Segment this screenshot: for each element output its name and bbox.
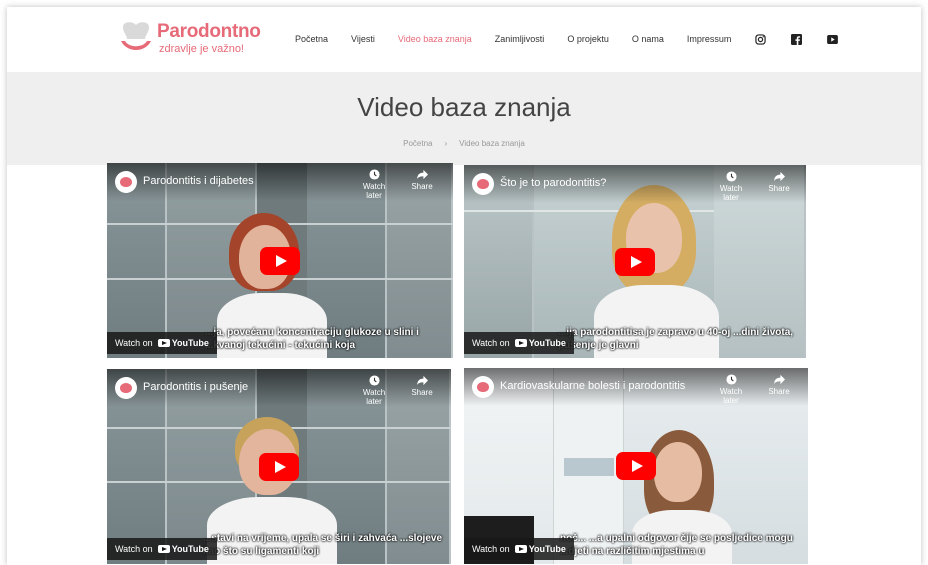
watch-on-label: Watch on bbox=[472, 544, 510, 554]
video-embed-kardiovaskularne-bolesti[interactable]: Kardiovaskularne bolesti i parodontitis … bbox=[464, 368, 808, 564]
youtube-logo-icon: YouTube bbox=[157, 338, 209, 348]
watch-later-label: Watch later bbox=[362, 388, 386, 406]
watch-on-label: Watch on bbox=[115, 338, 153, 348]
watch-later-button[interactable]: Watch later bbox=[714, 374, 748, 405]
site-header: Parodontno zdravlje je važno! Početna Vi… bbox=[7, 7, 921, 72]
nav-item-video-baza-znanja[interactable]: Video baza znanja bbox=[398, 34, 472, 44]
share-label: Share bbox=[768, 184, 790, 193]
clock-icon bbox=[368, 169, 380, 180]
video-caption: ...stavi na vrijeme, upala se širi i zah… bbox=[203, 533, 443, 557]
video-embed-parodontitis-i-pusenje[interactable]: Parodontitis i pušenje Watch later Share… bbox=[107, 369, 451, 564]
channel-avatar[interactable] bbox=[115, 377, 137, 399]
watch-on-youtube-button[interactable]: Watch on YouTube bbox=[464, 332, 574, 354]
share-icon bbox=[773, 374, 785, 385]
share-button[interactable]: Share bbox=[405, 169, 439, 191]
share-icon bbox=[773, 171, 785, 182]
share-button[interactable]: Share bbox=[762, 171, 796, 193]
facebook-icon[interactable] bbox=[790, 33, 802, 45]
breadcrumb: Početna › Video baza znanja bbox=[7, 139, 921, 148]
nav-item-o-nama[interactable]: O nama bbox=[632, 34, 664, 44]
watch-later-label: Watch later bbox=[362, 182, 386, 200]
video-title[interactable]: Parodontitis i pušenje bbox=[143, 381, 248, 393]
watch-later-button[interactable]: Watch later bbox=[714, 171, 748, 202]
share-label: Share bbox=[411, 182, 433, 191]
video-embed-parodontitis-i-dijabetes[interactable]: Parodontitis i dijabetes Watch later Sha… bbox=[107, 163, 453, 358]
site-logo[interactable]: Parodontno zdravlje je važno! bbox=[117, 19, 261, 61]
channel-avatar[interactable] bbox=[472, 376, 494, 398]
watch-later-button[interactable]: Watch later bbox=[357, 169, 391, 200]
clock-icon bbox=[725, 374, 737, 385]
logo-subtitle: zdravlje je važno! bbox=[159, 43, 244, 55]
video-title[interactable]: Što je to parodontitis? bbox=[500, 177, 606, 189]
tooth-logo-icon bbox=[121, 22, 151, 50]
share-icon bbox=[416, 375, 428, 386]
nav-item-impressum[interactable]: Impressum bbox=[687, 34, 732, 44]
video-title[interactable]: Parodontitis i dijabetes bbox=[143, 175, 254, 187]
page-banner: Video baza znanja Početna › Video baza zna… bbox=[7, 72, 921, 165]
watch-on-youtube-button[interactable]: Watch on YouTube bbox=[107, 538, 217, 560]
play-button[interactable] bbox=[615, 247, 655, 276]
youtube-logo-icon: YouTube bbox=[514, 544, 566, 554]
video-title[interactable]: Kardiovaskularne bolesti i parodontitis bbox=[500, 380, 685, 392]
play-button[interactable] bbox=[616, 452, 656, 480]
nav-item-pocetna[interactable]: Početna bbox=[295, 34, 328, 44]
breadcrumb-current: Video baza znanja bbox=[459, 139, 525, 148]
watch-on-label: Watch on bbox=[472, 338, 510, 348]
video-caption: ...ja, povećanu koncentraciju glukoze u … bbox=[205, 327, 419, 351]
share-icon bbox=[416, 169, 428, 180]
play-button[interactable] bbox=[259, 452, 299, 481]
share-button[interactable]: Share bbox=[405, 375, 439, 397]
watch-later-label: Watch later bbox=[719, 184, 743, 202]
clock-icon bbox=[368, 375, 380, 386]
nav-item-o-projektu[interactable]: O projektu bbox=[567, 34, 609, 44]
watch-later-label: Watch later bbox=[719, 387, 743, 405]
share-label: Share bbox=[411, 388, 433, 397]
logo-title: Parodontno bbox=[157, 21, 261, 42]
watch-on-youtube-button[interactable]: Watch on YouTube bbox=[464, 538, 574, 560]
youtube-icon[interactable] bbox=[826, 33, 838, 45]
browser-frame: Parodontno zdravlje je važno! Početna Vi… bbox=[7, 7, 921, 565]
share-label: Share bbox=[768, 387, 790, 396]
channel-avatar[interactable] bbox=[472, 173, 494, 195]
instagram-icon[interactable] bbox=[754, 33, 766, 45]
breadcrumb-home[interactable]: Početna bbox=[403, 139, 432, 148]
watch-on-label: Watch on bbox=[115, 544, 153, 554]
clock-icon bbox=[725, 171, 737, 182]
breadcrumb-separator: › bbox=[444, 139, 448, 148]
video-embed-sto-je-to-parodontitis[interactable]: Što je to parodontitis? Watch later Shar… bbox=[464, 165, 806, 358]
video-caption: noč... ...a upalni odgovor čije se poslj… bbox=[560, 533, 793, 557]
main-nav: Početna Vijesti Video baza znanja Zaniml… bbox=[295, 27, 862, 51]
watch-later-button[interactable]: Watch later bbox=[357, 375, 391, 406]
channel-avatar[interactable] bbox=[115, 171, 137, 193]
share-button[interactable]: Share bbox=[762, 374, 796, 396]
watch-on-youtube-button[interactable]: Watch on YouTube bbox=[107, 332, 217, 354]
page-title: Video baza znanja bbox=[357, 92, 571, 122]
nav-item-vijesti[interactable]: Vijesti bbox=[351, 34, 375, 44]
nav-item-zanimljivosti[interactable]: Zanimljivosti bbox=[495, 34, 545, 44]
youtube-logo-icon: YouTube bbox=[514, 338, 566, 348]
play-button[interactable] bbox=[260, 246, 300, 275]
video-caption: ...ija parodontitisa je zapravo u 40-oj … bbox=[558, 327, 794, 351]
youtube-logo-icon: YouTube bbox=[157, 544, 209, 554]
